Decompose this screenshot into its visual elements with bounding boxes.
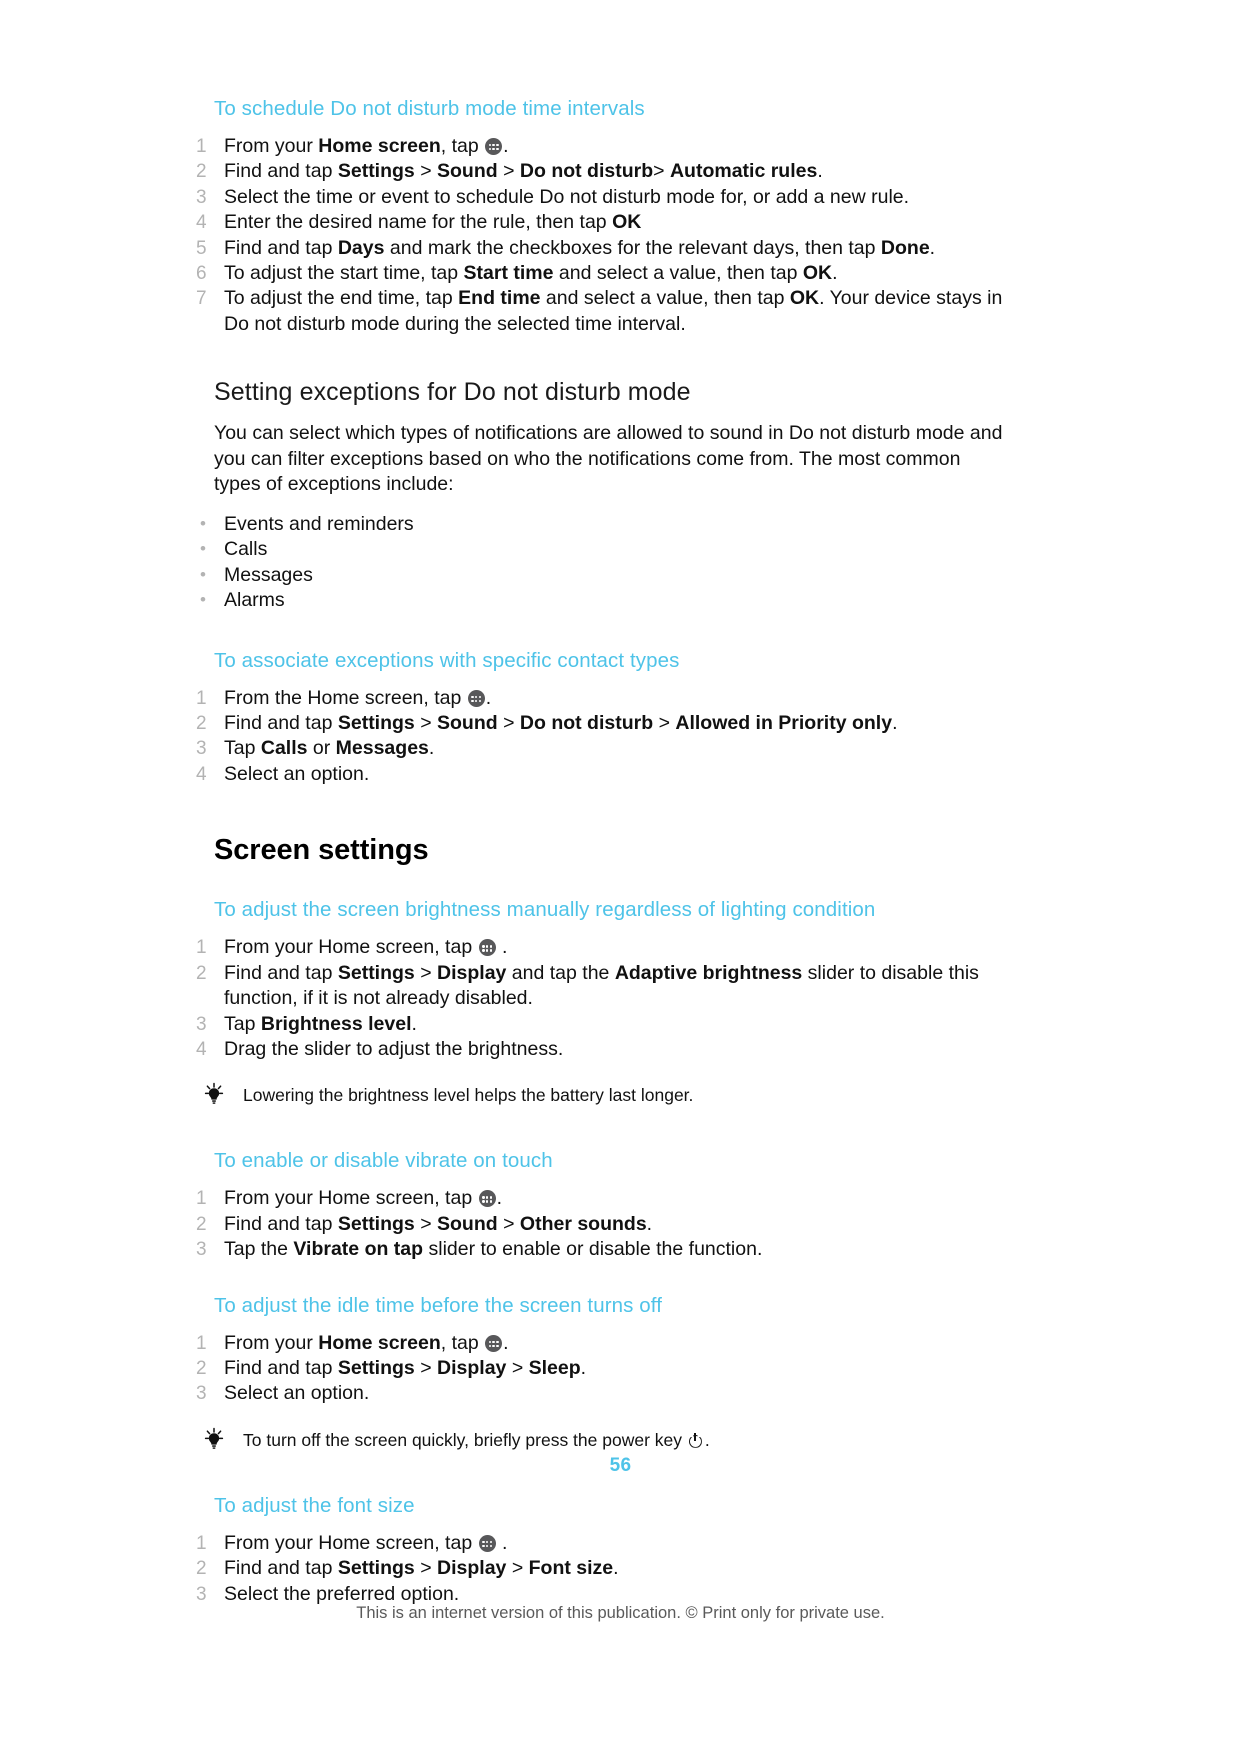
step-number: 3	[196, 186, 207, 208]
step-number: 2	[196, 962, 207, 984]
app-drawer-icon	[467, 689, 485, 707]
step-number: 4	[196, 1038, 207, 1060]
step-number: 2	[196, 161, 207, 183]
list-item: 7 To adjust the end time, tap End time an…	[196, 287, 1003, 335]
list-item: 1 From your Home screen, tap .	[196, 134, 1012, 159]
footer-copyright-note: This is an internet version of this publ…	[356, 1604, 885, 1622]
list-item: • Calls	[196, 537, 1012, 562]
page-content: To schedule Do not disturb mode time int…	[196, 96, 1012, 1607]
list-item: 2 Find and tap Settings > Display > Font …	[196, 1556, 1012, 1581]
list-item: 3 Tap Calls or Messages.	[196, 736, 1012, 761]
document-page: To schedule Do not disturb mode time int…	[0, 0, 1241, 1754]
list-item: 4 Select an option.	[196, 762, 1012, 787]
lightbulb-icon	[204, 1427, 224, 1449]
bullet-dot: •	[200, 590, 206, 610]
bullet-dot: •	[200, 539, 206, 559]
step-number: 4	[196, 212, 207, 234]
step-number: 6	[196, 263, 207, 285]
tip-text: Lowering the brightness level helps the …	[243, 1085, 694, 1106]
section-heading-vibrate: To enable or disable vibrate on touch	[214, 1149, 553, 1173]
list-item: • Messages	[196, 563, 1012, 588]
bullet-label: Calls	[224, 538, 268, 561]
step-number: 2	[196, 1213, 207, 1235]
list-item: • Alarms	[196, 588, 1012, 613]
list-item: 1 From your Home screen, tap .	[196, 1186, 1012, 1211]
section-heading-associate-exceptions: To associate exceptions with specific co…	[214, 648, 680, 672]
app-drawer-icon	[478, 1190, 496, 1208]
list-item: 4 Drag the slider to adjust the brightnes…	[196, 1037, 1012, 1062]
list-item: 3 Select an option.	[196, 1381, 1012, 1406]
section-heading-schedule-dnd: To schedule Do not disturb mode time int…	[214, 97, 645, 120]
list-item: 2 Find and tap Settings > Sound > Do not …	[196, 159, 1012, 184]
step-number: 1	[196, 1332, 207, 1354]
list-item: 2 Find and tap Settings > Display and tap…	[196, 961, 979, 1010]
step-number: 3	[196, 1013, 207, 1035]
list-item: 1 From your Home screen, tap .	[196, 1531, 1012, 1556]
exceptions-paragraph: You can select which types of notificati…	[214, 422, 1003, 496]
list-item: 2 Find and tap Settings > Display > Sleep…	[196, 1356, 1012, 1381]
list-item: 3 Tap Brightness level.	[196, 1012, 1012, 1037]
list-item: 1 From your Home screen, tap .	[196, 935, 1012, 960]
step-number: 7	[196, 288, 207, 310]
lightbulb-icon	[204, 1083, 224, 1105]
app-drawer-icon	[485, 138, 503, 155]
power-key-icon	[688, 1432, 704, 1449]
steps-idle-time: 1 From your Home screen, tap . 2 Find and …	[196, 1331, 1012, 1407]
section-heading-font-size: To adjust the font size	[214, 1493, 415, 1517]
bullet-label: Alarms	[224, 589, 285, 612]
step-number: 3	[196, 1239, 207, 1261]
steps-schedule-dnd: 1 From your Home screen, tap . 2 Find and …	[196, 134, 1012, 337]
step-number: 2	[196, 1558, 207, 1580]
steps-associate-exceptions: 1 From the Home screen, tap . 2 Find and t…	[196, 686, 1012, 788]
app-drawer-icon	[485, 1334, 503, 1352]
list-item: 2 Find and tap Settings > Sound > Other s…	[196, 1212, 1012, 1237]
steps-brightness: 1 From your Home screen, tap . 2 Find and …	[196, 935, 1012, 1062]
tip-text-before: To turn off the screen quickly, briefly …	[243, 1429, 687, 1450]
exceptions-bullet-list: • Events and reminders • Calls • Messages •…	[196, 512, 1012, 614]
bullet-label: Messages	[224, 563, 313, 586]
list-item: 3 Select the time or event to schedule Do…	[196, 185, 1012, 210]
step-number: 1	[196, 687, 207, 709]
list-item: 3 Tap the Vibrate on tap slider to enable…	[196, 1237, 1012, 1262]
step-number: 1	[196, 136, 207, 157]
step-number: 3	[196, 1383, 207, 1405]
list-item: • Events and reminders	[196, 512, 1012, 537]
steps-vibrate: 1 From your Home screen, tap . 2 Find and …	[196, 1186, 1012, 1262]
bullet-dot: •	[200, 514, 206, 534]
list-item: 1 From your Home screen, tap .	[196, 1331, 1012, 1356]
list-item: 4 Enter the desired name for the rule, th…	[196, 210, 1012, 235]
page-title-screen-settings: Screen settings	[214, 834, 429, 867]
list-item: 6 To adjust the start time, tap Start tim…	[196, 261, 1012, 286]
section-heading-brightness: To adjust the screen brightness manually…	[214, 898, 876, 922]
step-number: 1	[196, 937, 207, 959]
step-number: 1	[196, 1532, 207, 1554]
tip-text-after: .	[704, 1429, 710, 1450]
step-number: 2	[196, 1357, 207, 1379]
step-number: 3	[196, 738, 207, 760]
step-number: 4	[196, 763, 207, 785]
list-item: 5 Find and tap Days and mark the checkbox…	[196, 236, 1012, 261]
bullet-label: Events and reminders	[224, 513, 414, 536]
bullet-dot: •	[200, 564, 206, 584]
step-number: 2	[196, 713, 207, 735]
app-drawer-icon	[478, 939, 496, 957]
tip-brightness: Lowering the brightness level helps the …	[196, 1083, 1012, 1108]
list-item: 2 Find and tap Settings > Sound > Do not …	[196, 711, 1012, 736]
tip-idle-time: To turn off the screen quickly, briefly …	[196, 1427, 1012, 1453]
steps-font-size: 1 From your Home screen, tap . 2 Find and …	[196, 1531, 1012, 1607]
list-item: 1 From the Home screen, tap .	[196, 686, 1012, 711]
section-heading-exceptions: Setting exceptions for Do not disturb mo…	[214, 378, 691, 407]
step-number: 1	[196, 1188, 207, 1210]
step-number: 5	[196, 237, 207, 259]
app-drawer-icon	[478, 1534, 496, 1552]
page-number: 56	[609, 1455, 632, 1476]
section-heading-idle-time: To adjust the idle time before the scree…	[214, 1293, 663, 1317]
